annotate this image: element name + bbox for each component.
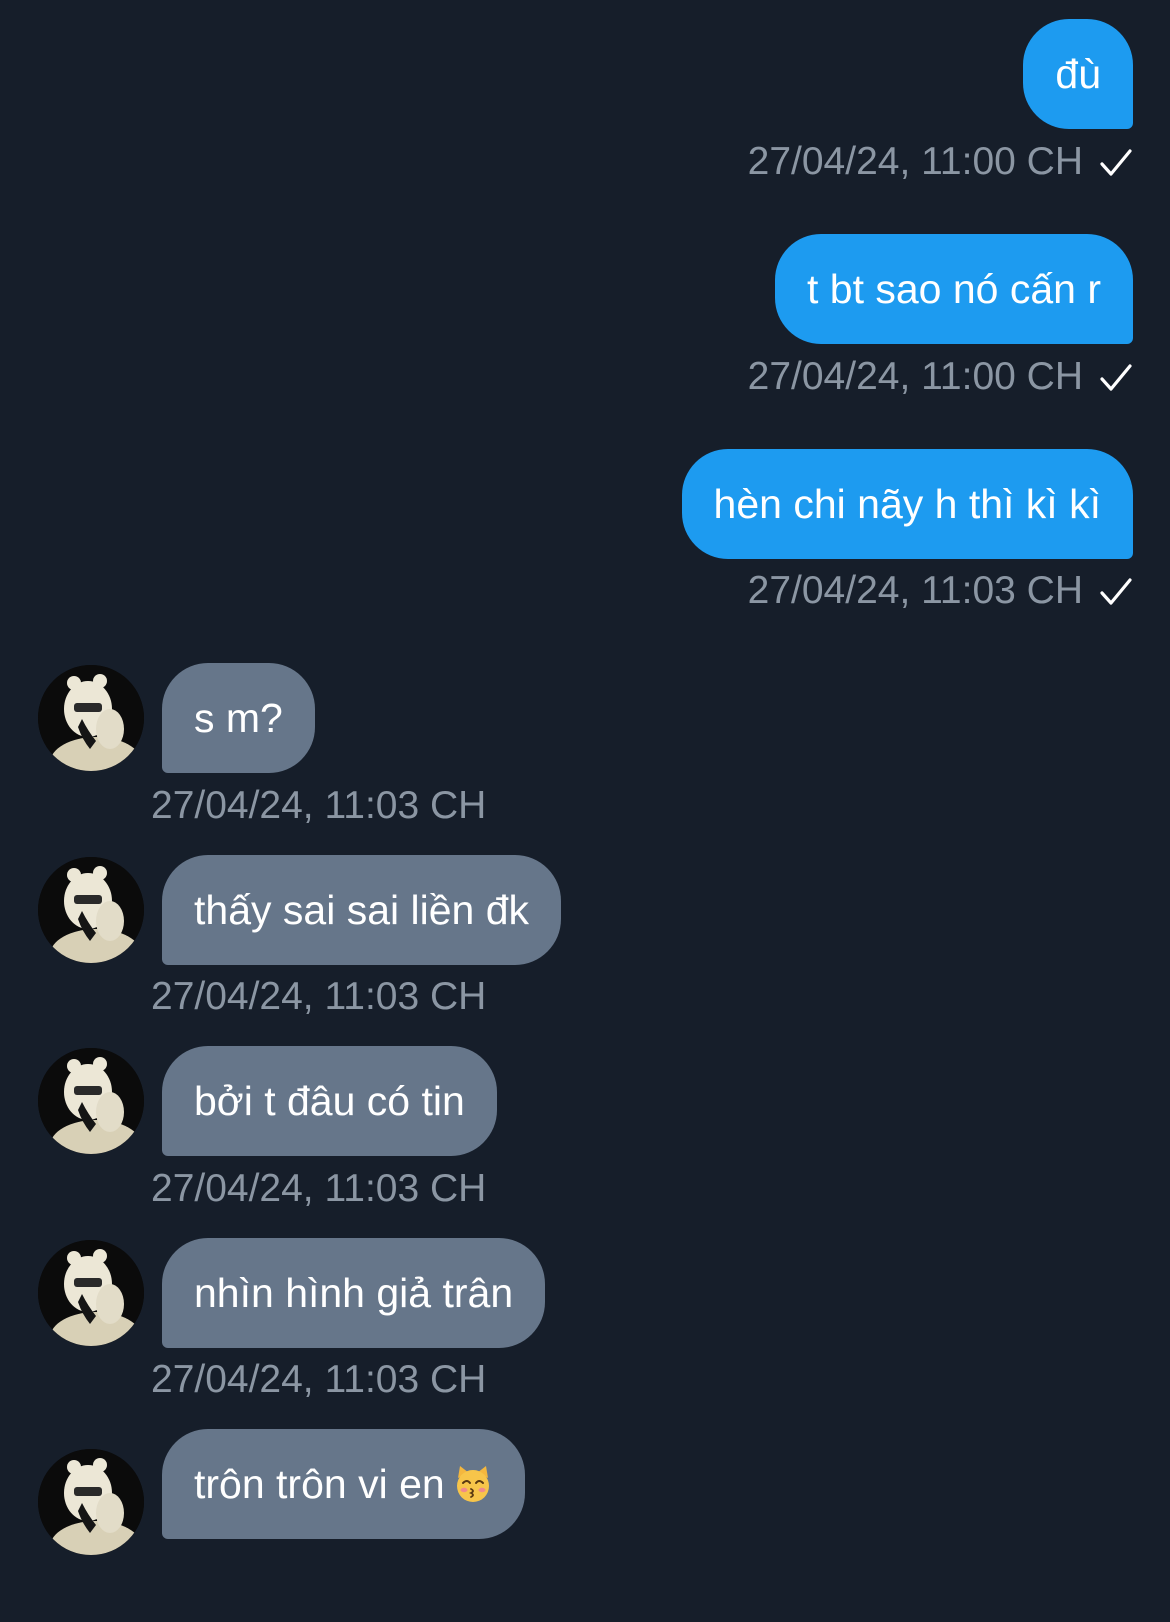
incoming-message-bubble[interactable]: nhìn hình giả trân [162,1238,546,1348]
message-meta: 27/04/24, 11:03 CH [748,566,1133,616]
message-meta: 27/04/24, 11:03 CH [151,1164,486,1214]
chat-thread: đù 27/04/24, 11:00 CH t bt sao nó cấn r … [0,0,1170,1622]
avatar-image [38,1449,144,1555]
kissing-cat-emoji-icon [456,1466,489,1502]
message-text: thấy sai sai liền đk [194,887,530,933]
incoming-message-bubble[interactable]: s m? [162,663,315,773]
message-text: t bt sao nó cấn r [806,266,1101,312]
checkmark-icon [1100,578,1132,605]
message-meta: 27/04/24, 11:00 CH [748,352,1133,402]
avatar[interactable] [38,857,144,963]
outgoing-message-bubble[interactable]: đù [1023,19,1133,129]
incoming-message-bubble[interactable]: thấy sai sai liền đk [162,855,562,965]
incoming-message-bubble[interactable]: trôn trôn vi en [162,1429,525,1539]
message-timestamp: 27/04/24, 11:03 CH [151,1167,487,1210]
message-text: đù [1055,51,1101,97]
incoming-message-bubble[interactable]: bởi t đâu có tin [162,1046,497,1156]
message-text: nhìn hình giả trân [194,1270,514,1316]
message-text: trôn trôn vi en [194,1461,445,1507]
message-meta: 27/04/24, 11:03 CH [151,781,486,831]
message-meta: 27/04/24, 11:03 CH [151,972,486,1022]
checkmark-icon [1100,149,1132,176]
message-timestamp: 27/04/24, 11:03 CH [151,784,487,827]
avatar[interactable] [38,1048,144,1154]
message-meta: 27/04/24, 11:00 CH [748,137,1133,187]
avatar[interactable] [38,1449,144,1555]
avatar-image [38,857,144,963]
message-timestamp: 27/04/24, 11:00 CH [747,140,1083,183]
avatar[interactable] [38,665,144,771]
message-timestamp: 27/04/24, 11:03 CH [151,1358,487,1401]
message-timestamp: 27/04/24, 11:00 CH [747,355,1083,398]
outgoing-message-bubble[interactable]: hèn chi nãy h thì kì kì [681,449,1133,559]
message-timestamp: 27/04/24, 11:03 CH [151,975,487,1018]
message-meta: 27/04/24, 11:03 CH [151,1355,486,1405]
avatar[interactable] [38,1240,144,1346]
outgoing-message-bubble[interactable]: t bt sao nó cấn r [774,234,1133,344]
message-text: s m? [194,695,283,741]
avatar-image [38,1048,144,1154]
avatar-image [38,665,144,771]
message-text: hèn chi nãy h thì kì kì [713,481,1101,527]
avatar-image [38,1240,144,1346]
checkmark-icon [1100,364,1132,391]
message-timestamp: 27/04/24, 11:03 CH [747,569,1083,612]
message-text: bởi t đâu có tin [194,1078,465,1124]
